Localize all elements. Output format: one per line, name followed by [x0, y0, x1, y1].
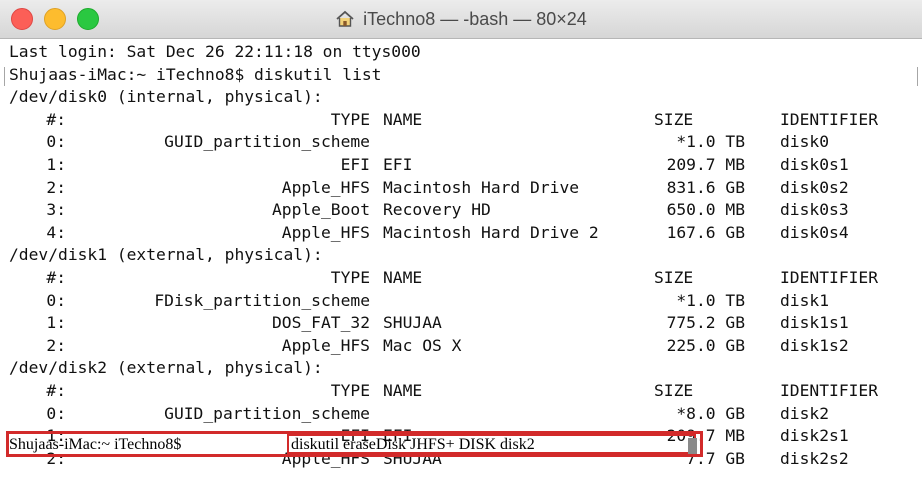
- window-title-group: iTechno8 — -bash — 80×24: [0, 0, 922, 38]
- header-type: TYPE: [330, 109, 370, 129]
- header-size: SIZE: [654, 268, 694, 287]
- partition-identifier: disk1s1: [780, 313, 849, 333]
- partition-size: 209.7 MB: [666, 155, 745, 174]
- window-title: iTechno8 — -bash — 80×24: [363, 8, 587, 29]
- home-icon: [335, 9, 355, 29]
- last-login-line: Last login: Sat Dec 26 22:11:18 on ttys0…: [9, 42, 421, 61]
- partition-size: 167.6 GB: [666, 222, 745, 242]
- header-type: TYPE: [330, 381, 370, 400]
- device-line: /dev/disk1 (external, physical):: [9, 245, 323, 265]
- final-command-input[interactable]: diskutil eraseDisk JHFS+ DISK disk2: [291, 434, 535, 456]
- partition-size: *1.0 TB: [676, 290, 745, 310]
- partition-size: 225.0 GB: [666, 335, 745, 355]
- mark-bracket-right: [913, 67, 918, 86]
- header-type: TYPE: [330, 268, 370, 287]
- partition-size: *1.0 TB: [676, 132, 745, 152]
- partition-identifier: disk0s4: [780, 222, 849, 242]
- header-identifier: IDENTIFIER: [780, 268, 879, 287]
- partition-size: 650.0 MB: [666, 200, 745, 220]
- partition-identifier: disk2s1: [780, 426, 849, 446]
- partition-size: 831.6 GB: [666, 177, 745, 197]
- final-prompt: Shujaas-iMac:~ iTechno8$: [9, 436, 182, 453]
- title-bar[interactable]: iTechno8 — -bash — 80×24: [0, 0, 922, 39]
- header-identifier: IDENTIFIER: [780, 109, 879, 129]
- partition-identifier: disk0: [780, 132, 830, 152]
- header-name: NAME: [383, 268, 423, 287]
- partition-identifier: disk1: [780, 290, 830, 310]
- device-line: /dev/disk2 (external, physical):: [9, 358, 323, 378]
- header-size: SIZE: [654, 109, 694, 129]
- header-name: NAME: [383, 381, 423, 400]
- partition-size: *8.0 GB: [676, 403, 745, 423]
- device-line: /dev/disk0 (internal, physical):: [9, 87, 323, 107]
- partition-size: 775.2 GB: [666, 313, 745, 333]
- header-identifier: IDENTIFIER: [780, 381, 879, 400]
- header-size: SIZE: [654, 381, 694, 400]
- partition-identifier: disk0s1: [780, 155, 849, 174]
- text-cursor: [688, 438, 697, 454]
- partition-identifier: disk0s3: [780, 200, 849, 220]
- partition-identifier: disk2s2: [780, 448, 849, 468]
- header-name: NAME: [383, 109, 423, 129]
- partition-identifier: disk2: [780, 403, 830, 423]
- partition-identifier: disk0s2: [780, 177, 849, 197]
- prompt-line: Shujaas-iMac:~ iTechno8$ diskutil list: [9, 65, 382, 84]
- terminal-window: iTechno8 — -bash — 80×24 Last login: Sat…: [0, 0, 922, 502]
- partition-identifier: disk1s2: [780, 335, 849, 355]
